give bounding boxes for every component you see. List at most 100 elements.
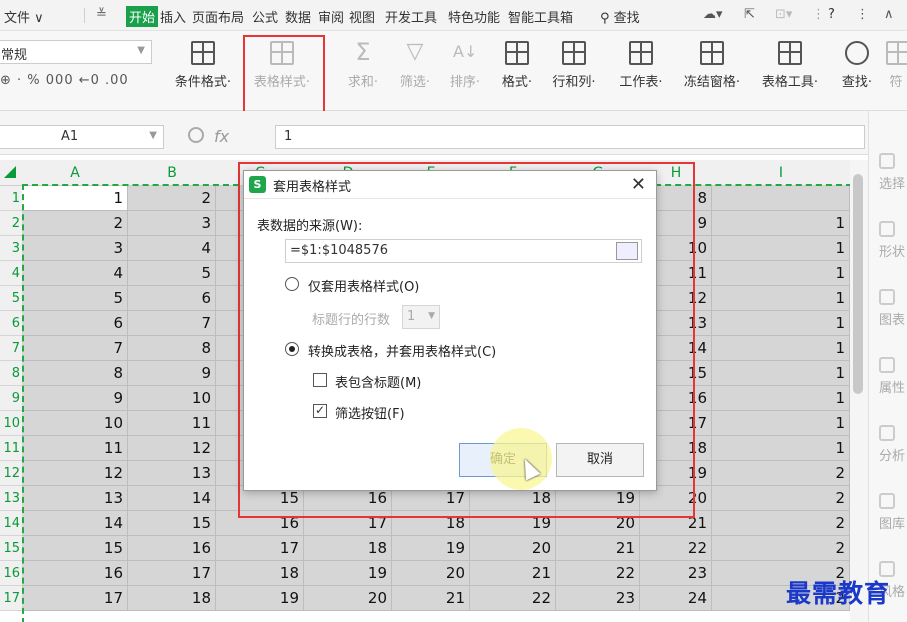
tab-data[interactable]: 数据 <box>285 7 311 26</box>
row-header[interactable]: 11 <box>0 436 22 461</box>
filter-checkbox-label[interactable]: 筛选按钮(F) <box>335 403 405 422</box>
conditional-format-button[interactable]: 条件格式· <box>168 41 238 103</box>
rows-columns-button[interactable]: 行和列· <box>546 41 602 103</box>
tab-page-layout[interactable]: 页面布局 <box>192 7 244 26</box>
row-header[interactable]: 5 <box>0 286 22 311</box>
panel-icon <box>879 289 895 305</box>
file-menu[interactable]: 文件 ∨ <box>4 7 44 26</box>
row-header[interactable]: 6 <box>0 311 22 336</box>
header-rows-label: 标题行的行数 <box>312 313 391 328</box>
worksheet-button[interactable]: 工作表· <box>612 41 670 103</box>
collapse-ribbon-icon[interactable]: ∧ <box>884 7 894 22</box>
table-tools-icon <box>778 41 802 65</box>
row-header[interactable]: 13 <box>0 486 22 511</box>
side-panel-item[interactable]: 分析 <box>879 425 907 464</box>
export-icon[interactable]: ⊡▾ <box>775 7 792 22</box>
row-header[interactable]: 1 <box>0 186 22 211</box>
button-label: 排序· <box>449 75 481 90</box>
tab-features[interactable]: 特色功能 <box>448 7 500 26</box>
column-header-b[interactable]: B <box>128 165 216 181</box>
tab-view[interactable]: 视图 <box>349 7 375 26</box>
button-label: 筛选· <box>399 75 431 90</box>
side-panel-item[interactable]: 形状 <box>879 221 907 260</box>
side-panel-item[interactable]: 图表 <box>879 289 907 328</box>
number-format-buttons[interactable]: ⊕ · % 000 ←0 .00 <box>0 73 129 88</box>
row-header[interactable]: 10 <box>0 411 22 436</box>
panel-icon <box>879 221 895 237</box>
row-header[interactable]: 7 <box>0 336 22 361</box>
minimize-icon[interactable]: ⋮ <box>856 7 869 22</box>
row-header[interactable]: 2 <box>0 211 22 236</box>
chevron-down-icon: ▼ <box>149 130 157 141</box>
close-icon[interactable]: ✕ <box>631 174 646 195</box>
side-panel-item[interactable]: 选择 <box>879 153 907 192</box>
row-header[interactable]: 14 <box>0 511 22 536</box>
cloud-icon[interactable]: ☁▾ <box>703 7 723 22</box>
tab-formula[interactable]: 公式 <box>252 7 278 26</box>
sort-button[interactable]: A↓ 排序· <box>444 41 486 103</box>
header-checkbox[interactable] <box>313 373 327 387</box>
table-tools-button[interactable]: 表格工具· <box>756 41 824 103</box>
range-picker-icon[interactable] <box>616 242 638 260</box>
option-convert-label[interactable]: 转换成表格，并套用表格样式(C) <box>308 341 496 360</box>
row-header[interactable]: 3 <box>0 236 22 261</box>
zoom-icon[interactable] <box>188 127 204 143</box>
button-label: 条件格式· <box>174 75 232 90</box>
filter-checkbox[interactable]: ✓ <box>313 404 327 418</box>
tab-home[interactable]: 开始 <box>126 6 159 27</box>
click-highlight <box>490 428 552 490</box>
filter-button[interactable]: ▽ 筛选· <box>394 41 436 103</box>
row-header[interactable]: 12 <box>0 461 22 486</box>
format-button[interactable]: 格式· <box>496 41 538 103</box>
rows-columns-icon <box>562 41 586 65</box>
vertical-scrollbar[interactable] <box>850 160 868 622</box>
quick-access-icon[interactable]: ≚ <box>96 7 107 22</box>
button-label: 格式· <box>501 75 533 90</box>
filter-icon: ▽ <box>406 39 424 64</box>
header-rows-select: 1 ▼ <box>402 305 440 329</box>
help-button[interactable]: ? <box>828 7 835 22</box>
scroll-thumb[interactable] <box>853 174 863 394</box>
row-header[interactable]: 9 <box>0 386 22 411</box>
search-button[interactable]: ⚲ 查找 <box>600 7 640 26</box>
share-icon[interactable]: ⇱ <box>744 7 755 22</box>
row-header[interactable]: 4 <box>0 261 22 286</box>
tab-developer[interactable]: 开发工具 <box>385 7 437 26</box>
row-header[interactable]: 17 <box>0 586 22 611</box>
row-header[interactable]: 8 <box>0 361 22 386</box>
panel-icon <box>879 493 895 509</box>
row-header[interactable]: 16 <box>0 561 22 586</box>
formula-bar: A1 ▼ fx 1 <box>0 111 907 155</box>
symbol-icon <box>886 41 907 65</box>
find-button[interactable]: 查找· <box>834 41 880 103</box>
panel-icon <box>879 153 895 169</box>
source-input[interactable]: =$1:$1048576 <box>285 239 642 263</box>
cancel-button[interactable]: 取消 <box>556 443 644 477</box>
tab-review[interactable]: 审阅 <box>318 7 344 26</box>
option-style-only-label[interactable]: 仅套用表格样式(O) <box>308 276 419 295</box>
formula-input[interactable]: 1 <box>275 125 865 149</box>
column-header-a[interactable]: A <box>22 165 128 181</box>
side-panel-label: 图表 <box>879 313 906 328</box>
more-icon[interactable]: ⋮ <box>812 7 825 22</box>
side-panel-item[interactable]: 属性 <box>879 357 907 396</box>
side-panel-item[interactable]: 图库 <box>879 493 907 532</box>
select-all-icon[interactable] <box>4 166 16 178</box>
option-style-only-radio[interactable] <box>285 277 299 291</box>
row-header[interactable]: 15 <box>0 536 22 561</box>
symbol-button[interactable]: 符 <box>886 41 907 103</box>
sum-button[interactable]: Σ 求和· <box>342 40 384 103</box>
search-label: 查找 <box>613 11 640 26</box>
name-box[interactable]: A1 ▼ <box>0 125 164 149</box>
panel-icon <box>879 425 895 441</box>
divider <box>84 8 85 23</box>
tab-smart-toolbox[interactable]: 智能工具箱 <box>508 7 573 26</box>
header-checkbox-label[interactable]: 表包含标题(M) <box>335 372 421 391</box>
chevron-down-icon: ▼ <box>137 45 145 56</box>
option-convert-radio[interactable] <box>285 342 299 356</box>
tab-insert[interactable]: 插入 <box>160 7 186 26</box>
column-header-i[interactable]: I <box>712 165 850 181</box>
number-format-select[interactable]: 常规 ▼ <box>0 40 152 64</box>
fx-icon[interactable]: fx <box>214 127 229 146</box>
freeze-panes-button[interactable]: 冻结窗格· <box>678 41 746 103</box>
